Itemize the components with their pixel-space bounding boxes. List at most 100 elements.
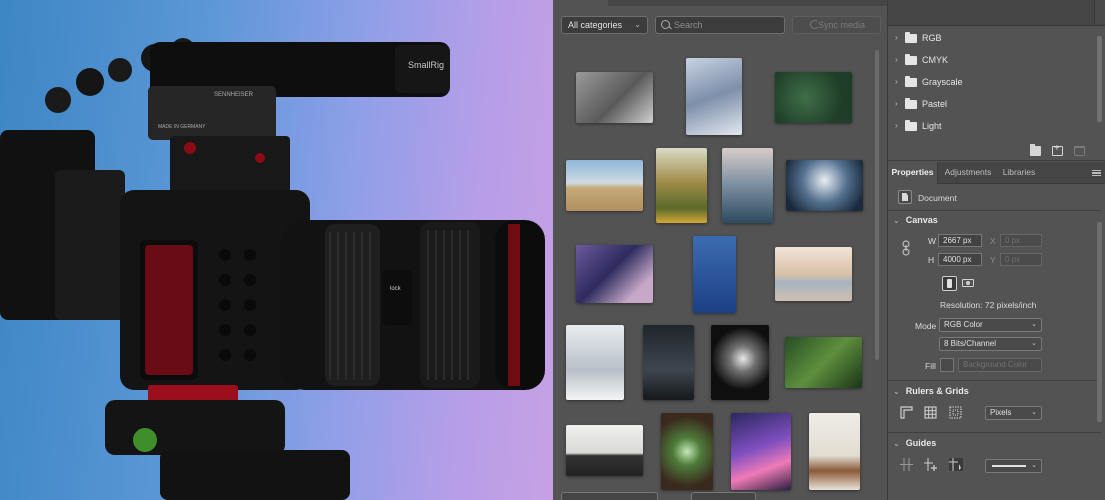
svg-text:MADE IN GERMANY: MADE IN GERMANY	[158, 124, 206, 130]
fill-value: Background Color	[963, 360, 1028, 369]
media-thumbnail[interactable]	[786, 160, 863, 211]
svg-text:lock: lock	[390, 286, 402, 292]
chevron-down-icon: ⌄	[893, 216, 900, 225]
divider	[888, 380, 1101, 381]
guide-layout-icon[interactable]	[948, 457, 964, 472]
media-thumbnail[interactable]	[686, 58, 742, 135]
y-label: Y	[990, 255, 996, 265]
chevron-right-icon: ›	[895, 33, 898, 42]
width-field[interactable]: 2667 px	[938, 234, 982, 247]
pixel-grid-icon[interactable]	[949, 406, 962, 419]
chevron-down-icon: ⌄	[1031, 409, 1037, 416]
swatch-group-label: CMYK	[922, 55, 949, 65]
folder-icon	[905, 32, 917, 43]
mode-label: Mode	[915, 321, 937, 331]
color-mode-value: RGB Color	[944, 320, 983, 329]
media-thumbnail[interactable]	[566, 160, 643, 211]
bit-depth-select[interactable]: 8 Bits/Channel ⌄	[939, 337, 1042, 351]
panel-menu-icon[interactable]	[1092, 170, 1101, 176]
canvas-section-header[interactable]: ⌄ Canvas	[893, 215, 938, 225]
line-style-preview	[992, 465, 1026, 467]
new-group-folder-icon[interactable]	[1030, 144, 1041, 156]
ruler-icon[interactable]	[900, 406, 913, 419]
document-canvas[interactable]: SmallRig SENNHEISER MADE IN GERMANY lock	[0, 0, 553, 500]
x-label: X	[990, 236, 996, 246]
folder-icon	[905, 120, 917, 131]
media-thumbnail[interactable]	[775, 247, 852, 301]
ruler-units-value: Pixels	[990, 408, 1012, 417]
media-thumbnail[interactable]	[566, 325, 624, 400]
folder-icon	[905, 76, 917, 87]
bottom-control-right[interactable]	[691, 492, 756, 500]
landscape-orientation-icon[interactable]	[962, 277, 975, 290]
guides-icon[interactable]	[900, 458, 913, 471]
sync-icon	[810, 20, 819, 29]
swatch-group-pastel[interactable]: › Pastel	[893, 94, 1088, 114]
divider	[888, 432, 1101, 433]
bottom-control-left[interactable]	[561, 492, 658, 500]
resolution-text: Resolution: 72 pixels/inch	[940, 300, 1037, 310]
guides-title: Guides	[905, 438, 937, 448]
trash-icon[interactable]	[1074, 146, 1085, 156]
camera-photo: SmallRig SENNHEISER MADE IN GERMANY lock	[0, 38, 545, 500]
media-thumbnail[interactable]	[576, 245, 653, 303]
media-thumbnail[interactable]	[722, 148, 773, 223]
ruler-units-select[interactable]: Pixels ⌄	[985, 406, 1042, 420]
bit-depth-value: 8 Bits/Channel	[944, 339, 997, 348]
svg-text:SmallRig: SmallRig	[408, 60, 444, 70]
media-thumbnail[interactable]	[693, 236, 736, 313]
chevron-right-icon: ›	[895, 99, 898, 108]
panel-top-strip	[608, 0, 888, 6]
stock-media-panel: All categories ⌄ Search Sync media	[553, 0, 888, 500]
rulers-grids-section-header[interactable]: ⌄ Rulers & Grids	[893, 386, 969, 396]
stock-scrollbar[interactable]	[875, 50, 879, 360]
height-field[interactable]: 4000 px	[938, 253, 982, 266]
swatch-group-cmyk[interactable]: › CMYK	[893, 50, 1088, 70]
chevron-right-icon: ›	[895, 55, 898, 64]
portrait-orientation-icon[interactable]	[942, 276, 957, 291]
swatch-group-label: Grayscale	[922, 77, 963, 87]
fill-select[interactable]: Background Color	[958, 358, 1042, 372]
media-thumbnail[interactable]	[661, 413, 713, 490]
search-input[interactable]: Search	[655, 16, 785, 34]
x-field[interactable]: 0 px	[1000, 234, 1042, 247]
category-dropdown-value: All categories	[568, 20, 623, 30]
swatches-scrollbar[interactable]	[1097, 36, 1102, 122]
swatch-group-rgb[interactable]: › RGB	[893, 28, 1088, 48]
media-thumbnail[interactable]	[711, 325, 769, 400]
document-label: Document	[918, 193, 957, 203]
chevron-right-icon: ›	[895, 121, 898, 130]
sync-media-button[interactable]: Sync media	[792, 16, 881, 34]
properties-scrollbar[interactable]	[1097, 222, 1102, 422]
media-thumbnail[interactable]	[785, 337, 862, 388]
header-scroll-button[interactable]	[1094, 0, 1105, 24]
document-icon	[898, 190, 912, 204]
sync-media-label: Sync media	[817, 20, 866, 30]
tab-adjustments[interactable]: Adjustments	[940, 162, 996, 184]
y-field[interactable]: 0 px	[1000, 253, 1042, 266]
panel-tabs: Properties Adjustments Libraries	[888, 162, 1105, 184]
tab-libraries[interactable]: Libraries	[999, 162, 1039, 184]
grid-icon[interactable]	[924, 406, 937, 419]
new-swatch-icon[interactable]	[1052, 143, 1063, 156]
category-dropdown[interactable]: All categories ⌄	[561, 16, 648, 34]
media-thumbnail[interactable]	[643, 325, 694, 400]
folder-icon	[905, 98, 917, 109]
tab-properties[interactable]: Properties	[888, 162, 938, 184]
fill-color-swatch[interactable]	[940, 358, 954, 372]
swatch-group-grayscale[interactable]: › Grayscale	[893, 72, 1088, 92]
swatch-group-light[interactable]: › Light	[893, 116, 1088, 136]
media-thumbnail[interactable]	[775, 72, 852, 123]
media-thumbnail[interactable]	[566, 425, 643, 476]
new-guide-icon[interactable]	[924, 458, 938, 471]
media-thumbnail[interactable]	[731, 413, 791, 490]
media-thumbnail[interactable]	[656, 148, 707, 223]
media-thumbnail[interactable]	[576, 72, 653, 123]
guides-section-header[interactable]: ⌄ Guides	[893, 438, 936, 448]
swatches-action-bar	[888, 141, 1105, 161]
guide-style-select[interactable]: ⌄	[985, 459, 1042, 473]
media-thumbnail[interactable]	[809, 413, 860, 490]
link-dimensions-icon[interactable]	[902, 240, 910, 256]
color-mode-select[interactable]: RGB Color ⌄	[939, 318, 1042, 332]
width-label: W	[928, 236, 937, 246]
